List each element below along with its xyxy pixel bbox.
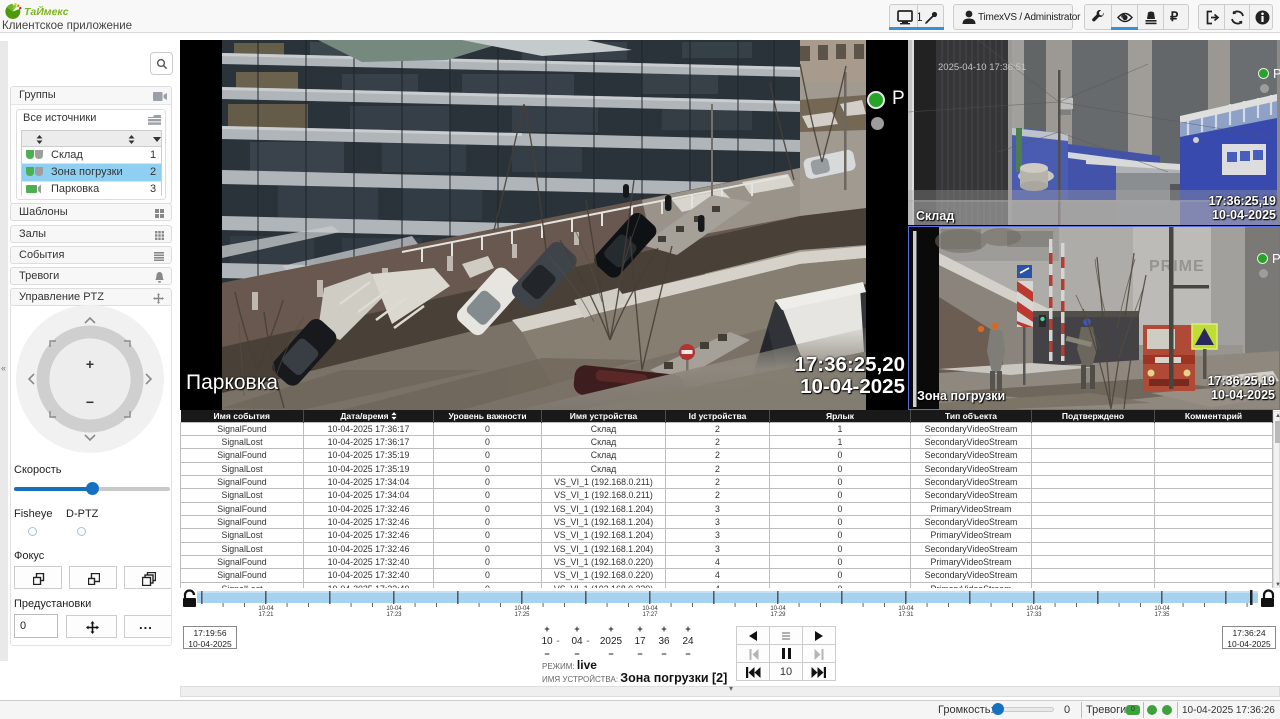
- svg-text:2025-04-10 17:36:51: 2025-04-10 17:36:51: [938, 62, 1026, 73]
- svg-text:PRIME: PRIME: [1149, 258, 1205, 275]
- svg-text:−: −: [86, 394, 94, 410]
- svg-text:+: +: [86, 356, 94, 372]
